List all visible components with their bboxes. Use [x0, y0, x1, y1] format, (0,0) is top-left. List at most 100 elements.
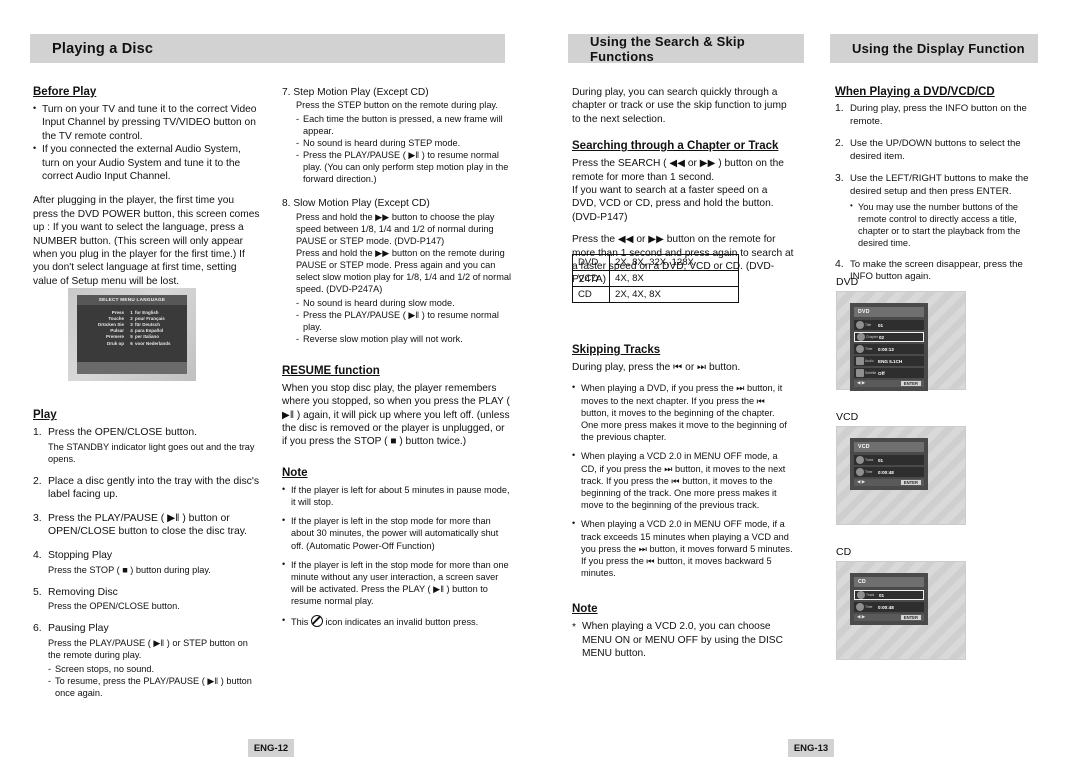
osd-row-subtitle[interactable]: Subtitle Off: [854, 368, 924, 378]
search-paragraph-1: Press the SEARCH ( ◀◀ or ▶▶ ) button on …: [572, 158, 784, 183]
heading-searching-chapter-track: Searching through a Chapter or Track: [572, 140, 779, 153]
osd-panel-header: VCD: [854, 442, 924, 452]
time-icon: [856, 468, 864, 476]
list-item: During play, press the INFO button on th…: [835, 103, 1040, 128]
osd-label-cd: CD: [836, 546, 852, 558]
osd-row-label: Title: [865, 323, 872, 327]
list-item: Each time the button is pressed, a new f…: [296, 113, 512, 137]
step-sub: Press the PLAY/PAUSE ( ▶‖ ) or STEP butt…: [48, 637, 248, 660]
list-item: When playing a VCD 2.0 in MENU OFF mode,…: [572, 449, 794, 511]
left-right-arrows-icon: ◀ ▶: [857, 615, 866, 620]
enter-button[interactable]: ENTER: [900, 381, 921, 386]
osd-row-label: Chapter: [866, 335, 879, 339]
osd-row-value: 0:00:13: [878, 346, 894, 352]
table-row: CD 2X, 4X, 8X: [572, 286, 739, 303]
invalid-button-icon: [310, 614, 323, 627]
osd-row-value: 01: [879, 592, 885, 598]
list-item: When playing a VCD 2.0 in MENU OFF mode,…: [572, 517, 794, 579]
cell-speeds: 2X, 8X, 32X, 128X: [609, 254, 739, 271]
osd-row-value: 01: [878, 457, 884, 463]
step-main: To make the screen disappear, press the …: [850, 258, 1023, 283]
step-sub: The STANDBY indicator light goes out and…: [48, 441, 255, 464]
list-item: If the player is left in the stop mode f…: [282, 558, 512, 608]
enter-button[interactable]: ENTER: [900, 480, 921, 485]
osd-footer-bar: [77, 362, 187, 374]
osd-row-label: Time: [865, 347, 873, 351]
cell-disc-type: DVD: [572, 254, 610, 271]
section-title-display-function: Using the Display Function: [830, 34, 1038, 63]
step-main: Removing Disc: [48, 586, 118, 598]
osd-title: SELECT MENU LANGUAGE: [77, 295, 187, 305]
osd-row-audio[interactable]: Audio ENG 5.1CH: [854, 356, 924, 366]
track-icon: [856, 456, 864, 464]
list-item: If you connected the external Audio Syst…: [33, 142, 261, 183]
step7-note-list: Each time the button is pressed, a new f…: [296, 113, 512, 185]
section-title-search-skip: Using the Search & Skip Functions: [568, 34, 804, 64]
osd-label-vcd: VCD: [836, 411, 859, 423]
osd-row-value: 02: [879, 334, 885, 340]
list-item: When playing a DVD, if you press the ⏭ b…: [572, 381, 794, 443]
step-sub: Press the STOP ( ■ ) button during play.: [48, 564, 211, 575]
osd-row-label: Audio: [865, 359, 874, 363]
language-name: voor Nederlands: [135, 340, 171, 346]
heading-when-playing-dvd-vcd-cd: When Playing a DVD/VCD/CD: [835, 86, 995, 98]
osd-panel-vcd: VCD Track 01 Time 0:00:48 ◀ ▶ ENTER: [850, 438, 928, 490]
track-icon: [857, 591, 865, 599]
page-number-right: ENG-13: [788, 739, 834, 757]
osd-row-track[interactable]: Track 01: [854, 455, 924, 465]
list-item: To make the screen disappear, press the …: [835, 259, 1040, 284]
note-bullet-list: If the player is left for about 5 minute…: [282, 483, 512, 628]
osd-screenshot-cd: CD Track 01 Time 0:00:48 ◀ ▶ ENTER: [836, 561, 966, 660]
osd-screenshot-vcd: VCD Track 01 Time 0:00:48 ◀ ▶ ENTER: [836, 426, 966, 525]
list-item: Reverse slow motion play will not work.: [296, 333, 512, 345]
step-main: Use the UP/DOWN buttons to select the de…: [850, 138, 1021, 162]
search-intro-paragraph: During play, you can search quickly thro…: [572, 87, 787, 125]
osd-label-dvd: DVD: [836, 276, 859, 288]
list-item-invalid-icon: This icon indicates an invalid button pr…: [282, 614, 512, 628]
heading-resume-function: RESUME function: [282, 364, 380, 377]
skip-note-list: When playing a VCD 2.0, you can choose M…: [572, 620, 794, 660]
display-step-list: During play, press the INFO button on th…: [835, 103, 1040, 284]
language-verb: Druk op: [106, 340, 124, 346]
language-row: Druk op 6 voor Nederlands: [83, 341, 181, 347]
heading-note-skip: Note: [572, 603, 598, 616]
osd-row-time[interactable]: Time 0:00:13: [854, 344, 924, 354]
list-item: Press the PLAY/PAUSE ( ▶‖ ) to resume no…: [296, 309, 512, 333]
column-play-steps: Play Press the OPEN/CLOSE button. The ST…: [33, 409, 261, 709]
resume-function-body: When you stop disc play, the player reme…: [282, 382, 510, 448]
language-rows: Press 1 for English Touche 2 pour França…: [77, 305, 187, 362]
list-item: If the player is left for about 5 minute…: [282, 483, 512, 508]
step7-title: 7. Step Motion Play (Except CD): [282, 87, 429, 98]
page-number-left: ENG-12: [248, 739, 294, 757]
subtitle-icon: [856, 369, 864, 377]
list-item: If the player is left in the stop mode f…: [282, 514, 512, 552]
enter-button[interactable]: ENTER: [900, 615, 921, 620]
cell-disc-type: CD: [572, 286, 610, 303]
osd-row-track[interactable]: Track 01: [854, 590, 924, 600]
osd-panel-header: DVD: [854, 307, 924, 317]
heading-play: Play: [33, 409, 57, 421]
time-icon: [856, 345, 864, 353]
osd-footer-vcd: ◀ ▶ ENTER: [854, 479, 924, 486]
before-play-bullet-list: Turn on your TV and tune it to the corre…: [33, 102, 261, 183]
pausing-play-notes: Screen stops, no sound. To resume, press…: [48, 663, 261, 699]
column-display-function: When Playing a DVD/VCD/CD During play, p…: [835, 86, 1040, 294]
section-title-text: Playing a Disc: [52, 40, 154, 57]
osd-row-chapter[interactable]: Chapter 02: [854, 332, 924, 342]
section-title-text: Using the Display Function: [852, 41, 1025, 56]
search-speed-table: DVD 2X, 8X, 32X, 128X VCD 4X, 8X CD 2X, …: [572, 254, 739, 303]
step-main: Use the LEFT/RIGHT buttons to make the d…: [850, 173, 1029, 197]
skip-lead-paragraph: During play, press the ⏮ or ⏭ button.: [572, 362, 741, 373]
osd-row-value: 0:00:48: [878, 469, 894, 475]
column-before-play: Before Play Turn on your TV and tune it …: [33, 86, 261, 288]
osd-row-title[interactable]: Title 01: [854, 320, 924, 330]
osd-panel-cd: CD Track 01 Time 0:00:48 ◀ ▶ ENTER: [850, 573, 928, 625]
osd-row-label: Track: [866, 593, 875, 597]
time-icon: [856, 603, 864, 611]
column-skipping-tracks: Skipping Tracks During play, press the ⏮…: [572, 344, 794, 661]
osd-row-time[interactable]: Time 0:00:48: [854, 467, 924, 477]
osd-footer-dvd: ◀ ▶ ENTER: [854, 380, 924, 387]
list-item: To resume, press the PLAY/PAUSE ( ▶‖ ) b…: [48, 675, 261, 699]
osd-row-time[interactable]: Time 0:00:48: [854, 602, 924, 612]
list-item: Screen stops, no sound.: [48, 663, 261, 675]
